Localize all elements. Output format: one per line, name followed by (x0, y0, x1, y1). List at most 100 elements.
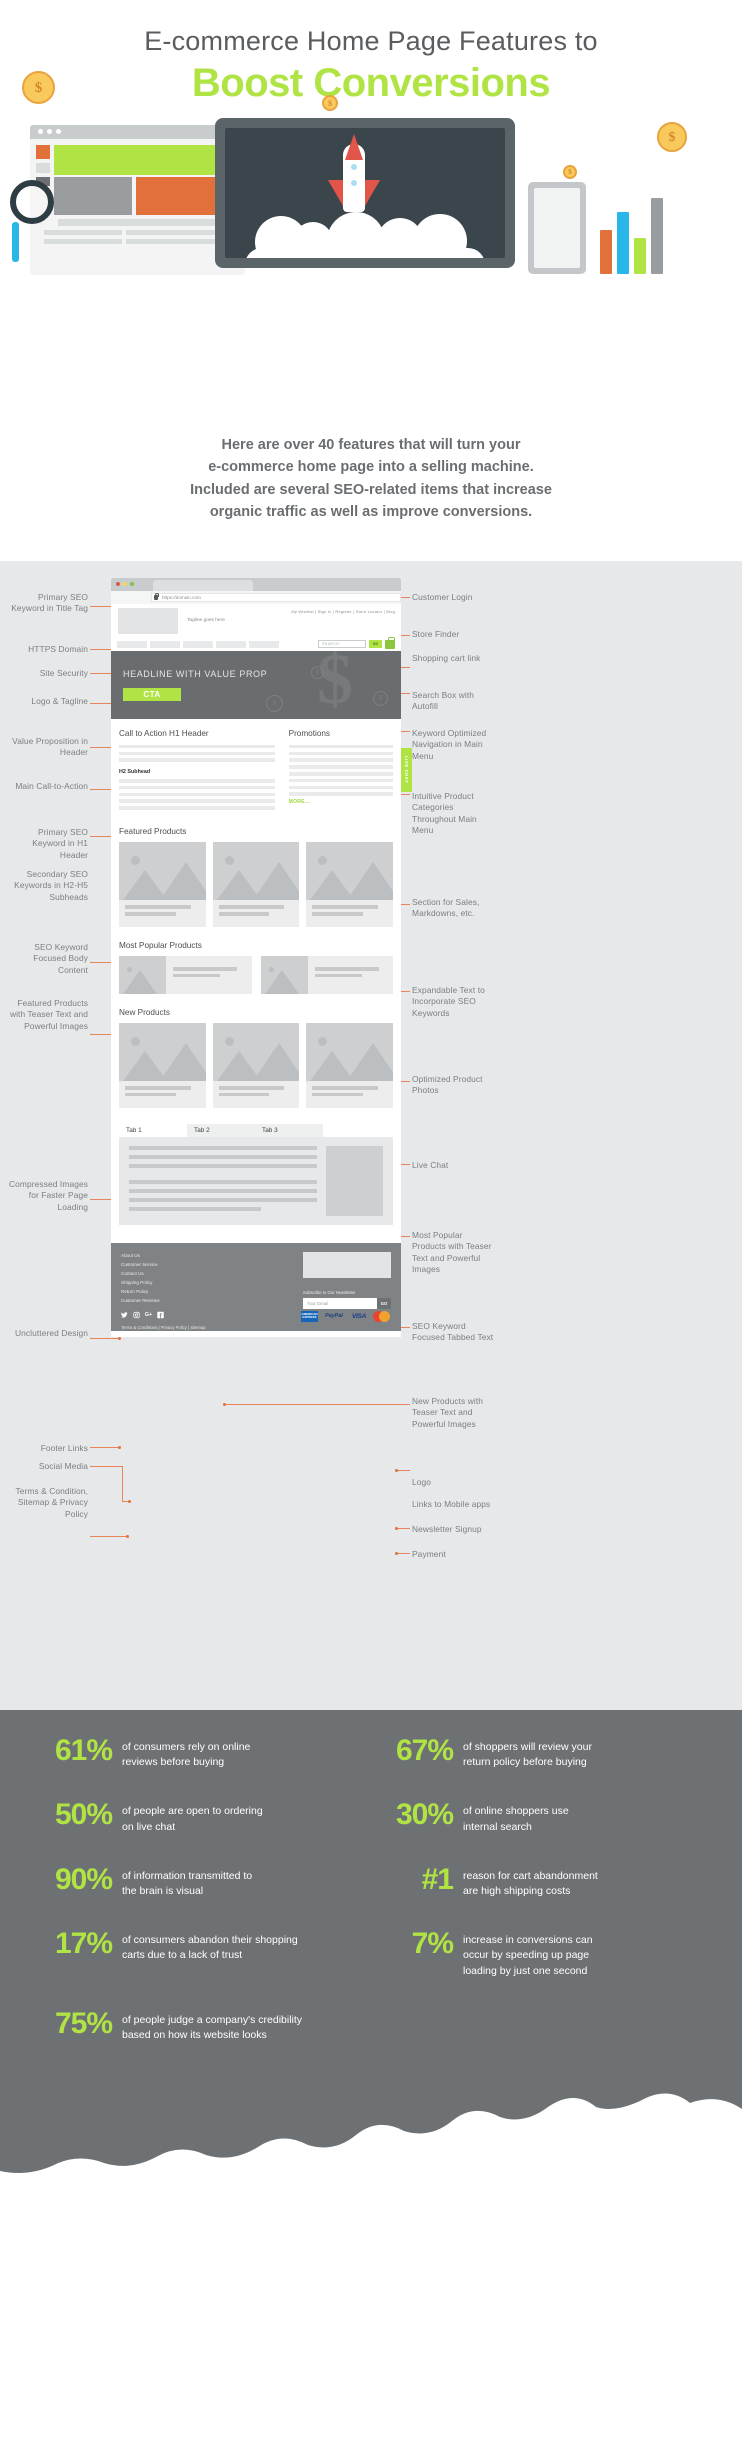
amex-icon: AMERICAN EXPRESS (301, 1310, 318, 1322)
footer-link[interactable]: Shipping Policy (121, 1279, 391, 1288)
annotation-store-finder: Store Finder (412, 628, 460, 639)
annotation-customer-login: Customer Login (412, 591, 473, 602)
nav-item[interactable] (216, 640, 246, 648)
url-text: https://domain.com (162, 594, 201, 600)
newsletter-signup: Subscribe to Our Newsletter Your Email G… (303, 1290, 391, 1309)
coin-icon: $ (322, 95, 338, 111)
more-link[interactable]: MORE... (289, 799, 393, 805)
annotation-optimized-product-photos: Optimized Product Photos (412, 1073, 483, 1096)
product-image-placeholder (119, 955, 166, 994)
infographic-page: E-commerce Home Page Features to Boost C… (0, 0, 742, 2442)
annotation-social-media: Social Media (38, 1460, 88, 1471)
product-image-placeholder (212, 1022, 300, 1081)
leader-line (397, 1527, 410, 1529)
facebook-icon[interactable] (157, 1311, 164, 1319)
nav-item[interactable] (150, 640, 180, 648)
newsletter-go-button[interactable]: GO (377, 1297, 391, 1309)
stats-grid: 61% of consumers rely on online reviews b… (30, 1733, 712, 2073)
product-image-placeholder (212, 841, 300, 900)
rocket-smoke (245, 208, 485, 258)
leader-line (397, 1469, 410, 1471)
stat-description: of shoppers will review your return polic… (463, 1740, 592, 1769)
live-chat-tab[interactable]: LIVE CHAT (401, 747, 412, 792)
tabbed-content: Tab 1 Tab 2 Tab 3 (119, 1123, 393, 1225)
url-input[interactable]: https://domain.com (151, 592, 401, 602)
tab-2[interactable]: Tab 2 (187, 1123, 255, 1137)
leader-dot (395, 1468, 398, 1472)
googleplus-icon[interactable]: G+ (145, 1311, 153, 1318)
annotation-terms-sitemap-privacy: Terms & Condition, Sitemap & Privacy Pol… (15, 1485, 88, 1519)
product-image-placeholder (119, 1022, 206, 1081)
laptop-graphic (215, 118, 515, 268)
shopping-cart-icon[interactable] (385, 637, 395, 649)
annotation-keyword-optimized-nav: Keyword Optimized Navigation in Main Men… (412, 727, 487, 761)
wireframe-mock: https://domain.com Tagline goes here My … (111, 577, 412, 1337)
tab-3[interactable]: Tab 3 (255, 1123, 323, 1137)
featured-products-grid (119, 841, 394, 927)
newsletter-email-input[interactable]: Your Email (303, 1297, 377, 1309)
mock-browser-urlbar: https://domain.com (111, 590, 401, 604)
annotation-section-sales-markdowns: Section for Sales, Markdowns, etc. (412, 896, 480, 919)
leader-line (90, 1337, 120, 1339)
annotation-compressed-images: Compressed Images for Faster Page Loadin… (9, 1178, 88, 1212)
stat-item: 67% of shoppers will review your return p… (371, 1735, 712, 1770)
paypal-icon: PayPal (325, 1313, 343, 1320)
page-title: E-commerce Home Page Features to (144, 26, 598, 56)
leader-dot (118, 1445, 121, 1449)
annotation-seo-body-content: SEO Keyword Focused Body Content (33, 941, 88, 975)
window-minimize-dot[interactable] (123, 582, 127, 587)
product-card[interactable] (306, 1022, 394, 1108)
search-go-button[interactable]: GO (369, 640, 382, 649)
stat-number: 90% (54, 1862, 113, 1896)
leader-line (90, 1465, 122, 1467)
most-popular-title: Most Popular Products (119, 940, 202, 950)
stat-item: 30% of online shoppers use internal sear… (371, 1800, 712, 1834)
instagram-icon[interactable] (133, 1311, 140, 1319)
annotation-payment: Payment (412, 1548, 446, 1559)
annotation-logo: Logo (412, 1476, 432, 1487)
tagline: Tagline goes here (187, 617, 225, 623)
twitter-icon[interactable] (121, 1311, 128, 1318)
cta-button[interactable]: CTA (123, 687, 181, 701)
annotation-uncluttered-design: Uncluttered Design (14, 1327, 88, 1338)
stat-description: of consumers rely on online reviews befor… (122, 1740, 251, 1769)
stat-number: #1 (421, 1862, 454, 1896)
main-navigation: SEARCH GO (111, 637, 401, 651)
product-row-card[interactable] (260, 955, 393, 994)
annotation-footer-links: Footer Links (40, 1442, 88, 1453)
coin-outline-icon: $ (266, 694, 283, 712)
mastercard-icon (373, 1310, 391, 1322)
footer-legal-links[interactable]: Terms & Conditions | Privacy Policy | Si… (121, 1325, 391, 1330)
nav-item[interactable] (249, 640, 279, 648)
logo-placeholder[interactable] (118, 607, 178, 634)
stat-number: 61% (54, 1733, 113, 1767)
stat-number: 30% (395, 1798, 454, 1832)
nav-item[interactable] (117, 640, 147, 648)
annotation-shopping-cart-link: Shopping cart link (412, 652, 481, 663)
magnifier-icon (10, 180, 54, 224)
stat-description: of consumers abandon their shopping carts… (122, 1934, 298, 1962)
product-card[interactable] (306, 841, 394, 927)
annotation-new-products: New Products with Teaser Text and Powerf… (412, 1395, 484, 1429)
tab-1[interactable]: Tab 1 (119, 1123, 187, 1137)
newsletter-label: Subscribe to Our Newsletter (303, 1289, 356, 1295)
product-card[interactable] (212, 841, 300, 927)
product-card[interactable] (212, 1022, 300, 1108)
stat-description: of information transmitted to the brain i… (122, 1869, 253, 1897)
utility-nav-links[interactable]: My Wishlist | Sign In | Register | Store… (291, 609, 395, 614)
stat-item: #1 reason for cart abandonment are high s… (371, 1862, 712, 1899)
window-close-dot[interactable] (116, 582, 120, 587)
product-card[interactable] (119, 841, 206, 927)
stat-description: reason for cart abandonment are high ship… (463, 1869, 598, 1897)
footer-logo-placeholder[interactable] (303, 1251, 391, 1278)
product-image-placeholder (260, 955, 308, 994)
product-row-card[interactable] (119, 955, 252, 994)
window-maximize-dot[interactable] (130, 582, 134, 587)
leader-dot (128, 1499, 131, 1503)
leader-line (90, 1446, 120, 1448)
nav-item[interactable] (183, 640, 213, 648)
product-card[interactable] (119, 1022, 206, 1108)
browser-tab[interactable] (153, 579, 253, 591)
search-input[interactable]: SEARCH (318, 640, 366, 649)
leader-line (90, 1535, 128, 1537)
